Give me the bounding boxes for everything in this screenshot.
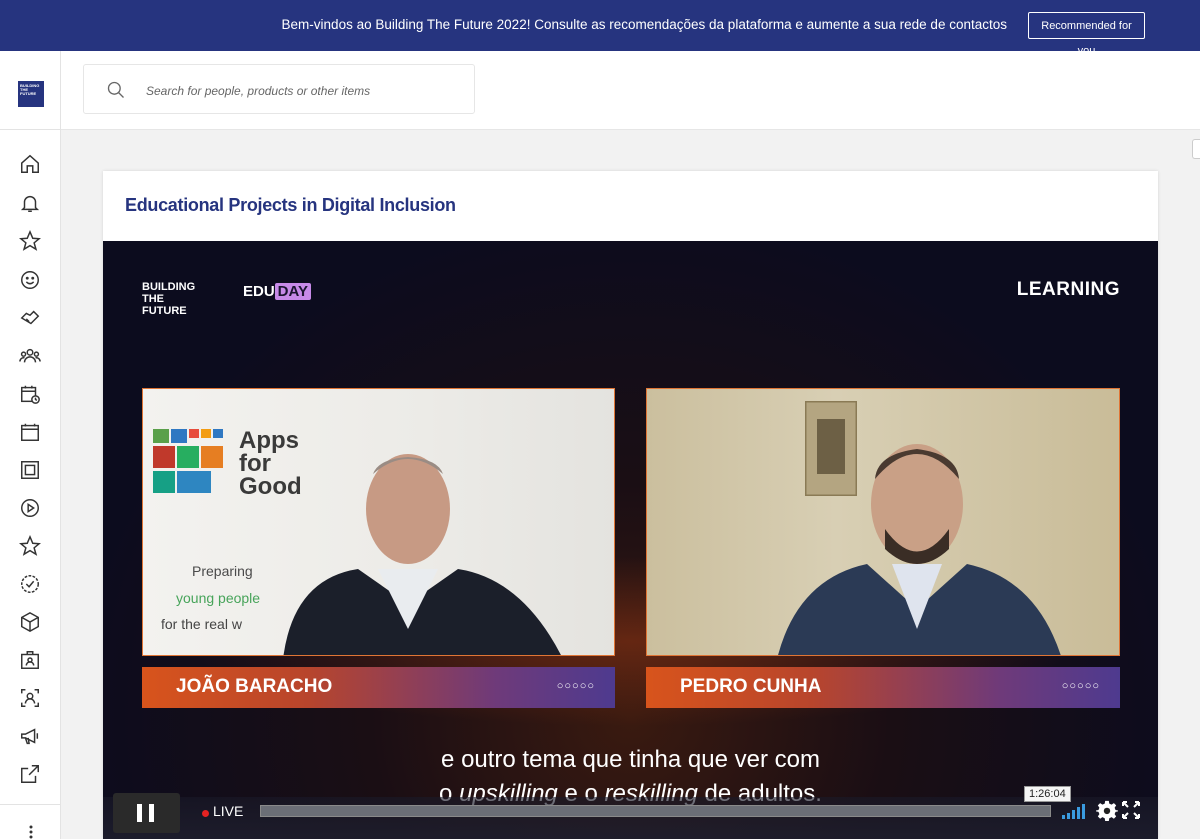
speaker-nameplate-right: PEDRO CUNHA ○○○○○ xyxy=(646,667,1120,708)
handshake-icon[interactable] xyxy=(19,307,41,329)
live-label: LIVE xyxy=(213,803,244,819)
pause-bar xyxy=(137,804,142,822)
scroll-tab[interactable] xyxy=(1192,139,1200,159)
header xyxy=(61,51,1200,130)
speaker-panel-right xyxy=(646,388,1120,656)
video-btf-logo: BUILDING THE FUTURE xyxy=(142,281,195,317)
speaker-left-figure xyxy=(283,454,561,655)
speaker-nameplate-left: JOÃO BARACHO ○○○○○ xyxy=(142,667,615,708)
video-player[interactable]: BUILDING THE FUTURE EDU DAY LEARNING App… xyxy=(103,241,1158,839)
frame-icon[interactable] xyxy=(19,459,41,481)
cube-icon[interactable] xyxy=(19,611,41,633)
id-badge-icon[interactable] xyxy=(19,649,41,671)
external-link-icon[interactable] xyxy=(19,763,41,785)
tagline-preparing: Preparing xyxy=(192,563,253,579)
live-indicator-dot xyxy=(202,810,209,817)
smile-icon[interactable] xyxy=(19,269,41,291)
video-logo-line: THE xyxy=(142,293,164,305)
session-title: Educational Projects in Digital Inclusio… xyxy=(125,195,456,215)
star-icon[interactable] xyxy=(18,229,42,252)
people-icon[interactable] xyxy=(19,345,41,367)
apps-for-good-logo-icon xyxy=(153,429,223,493)
eduday-day: DAY xyxy=(274,283,311,300)
top-banner: Bem-vindos ao Building The Future 2022! … xyxy=(0,0,1200,57)
eduday-logo: EDU DAY xyxy=(243,283,311,305)
session-card: Educational Projects in Digital Inclusio… xyxy=(103,171,1158,839)
banner-message: Bem-vindos ao Building The Future 2022! … xyxy=(281,17,1007,32)
progress-bar[interactable] xyxy=(260,805,1051,817)
video-controls: LIVE 1:26:04 xyxy=(103,786,1158,839)
volume-icon[interactable] xyxy=(1062,803,1089,819)
logo-text: BUILDING THE FUTURE xyxy=(20,83,40,97)
search-icon xyxy=(107,81,124,98)
sidebar-divider xyxy=(0,129,60,130)
fullscreen-icon[interactable] xyxy=(1122,801,1140,819)
progress-fill xyxy=(261,806,1050,816)
nameplate-dots: ○○○○○ xyxy=(1061,680,1100,692)
nameplate-dots: ○○○○○ xyxy=(556,680,595,692)
home-icon[interactable] xyxy=(19,153,41,175)
pause-bar xyxy=(149,804,154,822)
speaker-panel-left: Apps for Good Preparing young people for… xyxy=(142,388,615,656)
user-scan-icon[interactable] xyxy=(19,687,41,709)
time-tooltip: 1:26:04 xyxy=(1024,786,1071,802)
star-outline-icon[interactable] xyxy=(18,534,42,557)
tagline-real-world: for the real w xyxy=(161,616,242,632)
settings-gear-icon[interactable] xyxy=(1096,799,1118,821)
sidebar: BUILDING THE FUTURE xyxy=(0,51,61,839)
video-logo-line: FUTURE xyxy=(142,305,187,317)
speaker-right-figure xyxy=(778,444,1061,655)
search-input[interactable] xyxy=(144,79,458,103)
tagline-young-people: young people xyxy=(176,590,261,606)
building-the-future-logo[interactable]: BUILDING THE FUTURE xyxy=(18,81,44,107)
verified-badge-icon[interactable] xyxy=(19,573,41,595)
speaker-name: PEDRO CUNHA xyxy=(680,676,822,697)
megaphone-icon[interactable] xyxy=(19,725,41,747)
calendar-icon[interactable] xyxy=(19,421,41,443)
bell-icon[interactable] xyxy=(19,192,41,214)
sidebar-bottom-divider xyxy=(0,804,60,805)
recommended-button[interactable]: Recommended for you xyxy=(1028,12,1145,57)
calendar-clock-icon[interactable] xyxy=(19,383,41,405)
pause-button[interactable] xyxy=(113,793,180,833)
speaker-name: JOÃO BARACHO xyxy=(176,676,333,697)
more-vertical-icon[interactable] xyxy=(29,825,33,839)
search-box[interactable] xyxy=(83,64,475,114)
eduday-edu: EDU xyxy=(243,283,275,300)
subtitle-line-1: e outro tema que tinha que ver com xyxy=(441,746,820,773)
category-label: LEARNING xyxy=(1016,279,1120,300)
video-logo-line: BUILDING xyxy=(142,281,196,293)
play-circle-icon[interactable] xyxy=(19,497,41,519)
